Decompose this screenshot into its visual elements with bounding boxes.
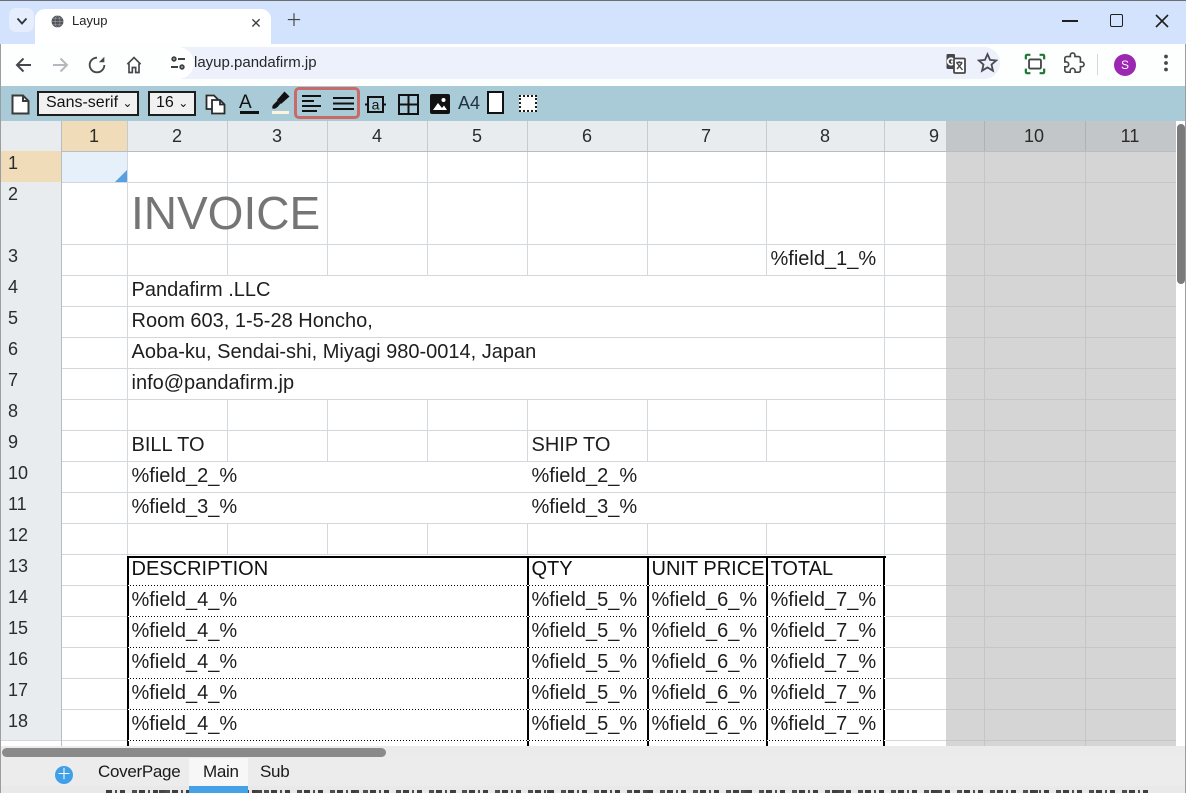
svg-text:a: a xyxy=(372,97,380,113)
